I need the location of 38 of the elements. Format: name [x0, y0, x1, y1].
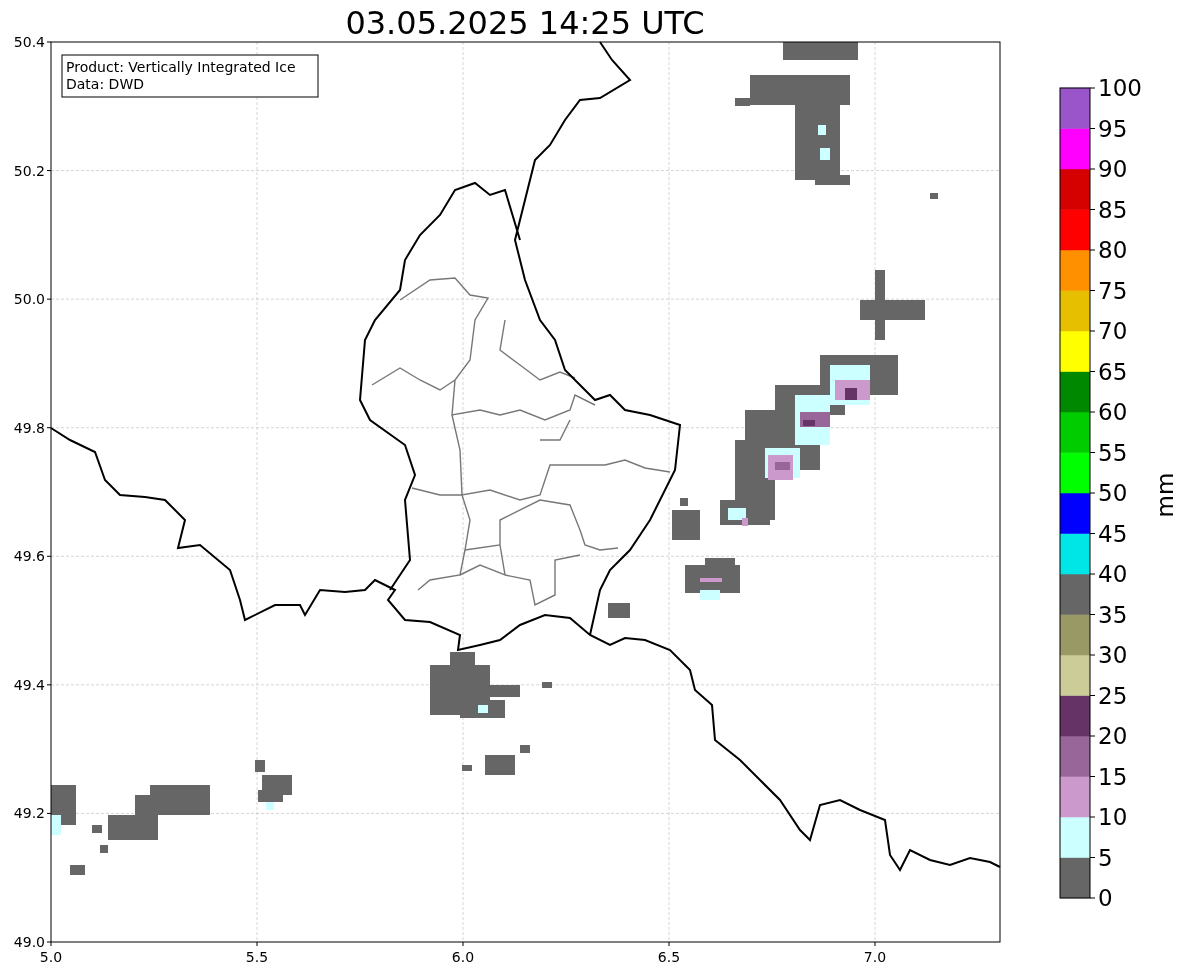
scale-label: 65 [1098, 358, 1128, 385]
chart-title: 03.05.2025 14:25 UTC [345, 4, 705, 42]
latitude-label: 49.4 [13, 676, 45, 693]
info-text: Product: Vertically Integrated Ice [66, 59, 296, 75]
unit-label: mm [1152, 472, 1178, 518]
latitude-label: 50.4 [13, 34, 45, 50]
scale-label: 80 [1098, 237, 1128, 263]
longitude-label: 6.0 [451, 949, 475, 965]
latitude-label: 49.6 [13, 548, 45, 565]
scale-label: 15 [1098, 763, 1128, 790]
scale-label: 25 [1098, 682, 1128, 709]
scale-label: 5 [1098, 844, 1113, 871]
scale-label: 55 [1098, 439, 1128, 466]
info-text: Data: DWD [66, 76, 144, 92]
scale-label: 10 [1098, 804, 1128, 830]
latitude-label: 49.2 [13, 805, 45, 822]
scale-label: 85 [1098, 196, 1128, 223]
scale-label: 20 [1098, 723, 1128, 749]
scale-label: 0 [1098, 885, 1113, 911]
scale-label: 95 [1098, 115, 1128, 142]
latitude-label: 49.0 [13, 934, 45, 950]
longitude-label: 7.0 [863, 949, 887, 965]
scale-label: 90 [1098, 156, 1128, 182]
longitude-label: 6.5 [657, 949, 681, 965]
scale-label: 70 [1098, 318, 1128, 344]
scale-label: 45 [1098, 520, 1128, 547]
latitude-label: 50.0 [13, 291, 45, 308]
scale-label: 75 [1098, 277, 1128, 304]
scale-label: 50 [1098, 480, 1128, 506]
latitude-label: 50.2 [13, 162, 45, 179]
longitude-label: 5.0 [39, 949, 63, 965]
scale-label: 40 [1098, 561, 1128, 587]
scale-label: 60 [1098, 399, 1128, 425]
scale-label: 30 [1098, 642, 1128, 668]
latitude-label: 49.8 [13, 419, 45, 436]
longitude-label: 5.5 [245, 949, 269, 965]
scale-label: 35 [1098, 601, 1128, 628]
scale-label: 100 [1098, 75, 1142, 101]
